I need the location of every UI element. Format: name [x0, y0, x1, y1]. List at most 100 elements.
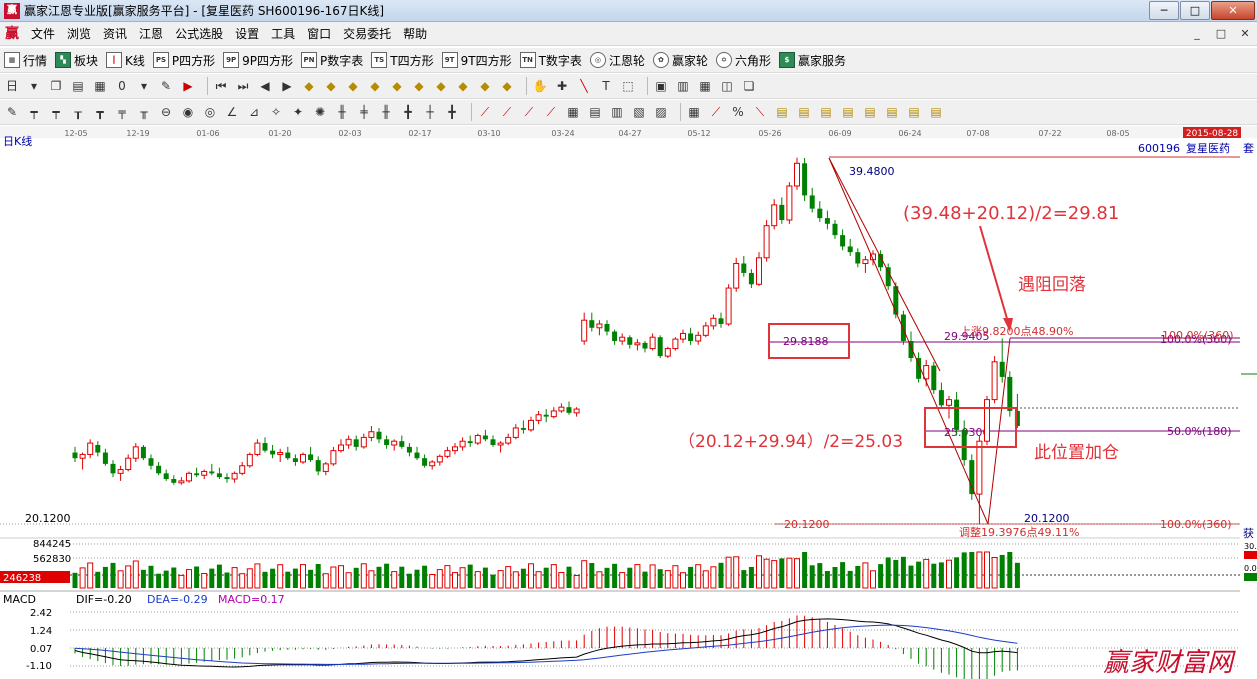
fan-icon[interactable]: ⟋: [477, 104, 493, 120]
t-square-button[interactable]: TS T四方形: [371, 52, 434, 69]
circle-icon[interactable]: ◎: [202, 104, 218, 120]
kline-chart[interactable]: 12-05 12-19 01-06 01-20 02-03 02-17 03-10 03-24…: [0, 126, 1257, 679]
menu-tools[interactable]: 工具: [265, 23, 301, 45]
grid-icon[interactable]: ▤: [840, 104, 856, 120]
bars-icon[interactable]: ╋: [444, 104, 460, 120]
grid-icon[interactable]: ▨: [653, 104, 669, 120]
diamond-icon[interactable]: ◆: [455, 78, 471, 94]
bars-icon[interactable]: ┯: [26, 104, 42, 120]
menu-trade[interactable]: 交易委托: [337, 23, 397, 45]
diamond-icon[interactable]: ◆: [367, 78, 383, 94]
angle-icon[interactable]: ⊿: [246, 104, 262, 120]
kline-button[interactable]: ┃ K线: [106, 52, 145, 69]
select-icon[interactable]: ⬚: [620, 78, 636, 94]
mdi-restore-button[interactable]: □: [1213, 26, 1229, 41]
hexagon-button[interactable]: ✡ 六角形: [715, 52, 771, 69]
fan-icon[interactable]: ⟋: [521, 104, 537, 120]
menu-help[interactable]: 帮助: [397, 23, 433, 45]
mdi-close-button[interactable]: ✕: [1237, 26, 1253, 41]
angle-icon[interactable]: ∠: [224, 104, 240, 120]
fan-icon[interactable]: ⟋: [499, 104, 515, 120]
bars-icon[interactable]: ╪: [356, 104, 372, 120]
sector-button[interactable]: ▚ 板块: [55, 52, 98, 69]
diamond-icon[interactable]: ◆: [389, 78, 405, 94]
grid-icon[interactable]: ▤: [796, 104, 812, 120]
diamond-icon[interactable]: ◆: [411, 78, 427, 94]
9t-square-button[interactable]: 9T 9T四方形: [441, 52, 512, 69]
bars-icon[interactable]: ╫: [334, 104, 350, 120]
t-number-table-button[interactable]: TN T数字表: [519, 52, 582, 69]
winner-service-button[interactable]: $ 赢家服务: [778, 52, 846, 69]
bars-icon[interactable]: ╤: [114, 104, 130, 120]
diamond-icon[interactable]: ◆: [323, 78, 339, 94]
grid-icon[interactable]: ▤: [862, 104, 878, 120]
circle-icon[interactable]: ◉: [180, 104, 196, 120]
star-icon[interactable]: ✧: [268, 104, 284, 120]
menu-formula-screen[interactable]: 公式选股: [169, 23, 229, 45]
menu-file[interactable]: 文件: [25, 23, 61, 45]
circle-icon[interactable]: ⊖: [158, 104, 174, 120]
bars-icon[interactable]: ┼: [422, 104, 438, 120]
hand-icon[interactable]: ✋: [532, 78, 548, 94]
first-icon[interactable]: ⏮: [213, 78, 229, 94]
grid-icon[interactable]: ▤: [818, 104, 834, 120]
p-number-table-button[interactable]: PN P数字表: [301, 52, 363, 69]
cross-icon[interactable]: ✚: [554, 78, 570, 94]
menu-gann[interactable]: 江恩: [133, 23, 169, 45]
menu-settings[interactable]: 设置: [229, 23, 265, 45]
grid-icon[interactable]: ▤: [884, 104, 900, 120]
diamond-icon[interactable]: ◆: [301, 78, 317, 94]
fan-icon[interactable]: ⟋: [543, 104, 559, 120]
grid-icon[interactable]: ⟍: [752, 104, 768, 120]
text-icon[interactable]: T: [598, 78, 614, 94]
period-day-icon[interactable]: 日: [4, 78, 20, 94]
cube-icon[interactable]: ◫: [719, 78, 735, 94]
chart-area[interactable]: 12-05 12-19 01-06 01-20 02-03 02-17 03-10 03-24…: [0, 126, 1257, 679]
pen-icon[interactable]: ✎: [4, 104, 20, 120]
maximize-button[interactable]: □: [1180, 1, 1210, 20]
percent-icon[interactable]: %: [730, 104, 746, 120]
mdi-minimize-button[interactable]: _: [1189, 26, 1205, 41]
bars-icon[interactable]: ╥: [136, 104, 152, 120]
menu-logo-icon[interactable]: 赢: [3, 25, 21, 43]
line-icon[interactable]: ╲: [576, 78, 592, 94]
menu-window[interactable]: 窗口: [301, 23, 337, 45]
last-icon[interactable]: ⏭: [235, 78, 251, 94]
prev-icon[interactable]: ◀: [257, 78, 273, 94]
chevron-down-icon[interactable]: ▾: [136, 78, 152, 94]
minimize-button[interactable]: ─: [1149, 1, 1179, 20]
copy-icon[interactable]: ❐: [48, 78, 64, 94]
bars-icon[interactable]: ┯: [48, 104, 64, 120]
bars-icon[interactable]: ╋: [400, 104, 416, 120]
bars-icon[interactable]: ╫: [378, 104, 394, 120]
gann-wheel-button[interactable]: ◎ 江恩轮: [589, 52, 645, 69]
star-icon[interactable]: ✦: [290, 104, 306, 120]
calendar-icon[interactable]: ▣: [653, 78, 669, 94]
bars-icon[interactable]: ┳: [92, 104, 108, 120]
flag-icon[interactable]: ▶: [180, 78, 196, 94]
calc-icon[interactable]: ▦: [92, 78, 108, 94]
menu-news[interactable]: 资讯: [97, 23, 133, 45]
diamond-icon[interactable]: ◆: [345, 78, 361, 94]
tool-icon[interactable]: ✎: [158, 78, 174, 94]
p-square-button[interactable]: PS P四方形: [152, 52, 215, 69]
next-icon[interactable]: ▶: [279, 78, 295, 94]
cell-icon[interactable]: ▥: [675, 78, 691, 94]
page-icon[interactable]: ▤: [70, 78, 86, 94]
bars-icon[interactable]: ┰: [70, 104, 86, 120]
layers-icon[interactable]: ❏: [741, 78, 757, 94]
9p-square-button[interactable]: 9P 9P四方形: [223, 52, 293, 69]
winner-wheel-button[interactable]: ✿ 赢家轮: [652, 52, 708, 69]
zero-icon[interactable]: 0: [114, 78, 130, 94]
star-icon[interactable]: ✺: [312, 104, 328, 120]
quotes-button[interactable]: ▦ 行情: [4, 52, 47, 69]
grid-icon[interactable]: ▦: [686, 104, 702, 120]
film-icon[interactable]: ▦: [697, 78, 713, 94]
grid-icon[interactable]: ▤: [774, 104, 790, 120]
grid-icon[interactable]: ▤: [906, 104, 922, 120]
percent-icon[interactable]: ⟋: [708, 104, 724, 120]
diamond-icon[interactable]: ◆: [499, 78, 515, 94]
diamond-icon[interactable]: ◆: [433, 78, 449, 94]
grid-icon[interactable]: ▤: [928, 104, 944, 120]
grid-icon[interactable]: ▥: [609, 104, 625, 120]
